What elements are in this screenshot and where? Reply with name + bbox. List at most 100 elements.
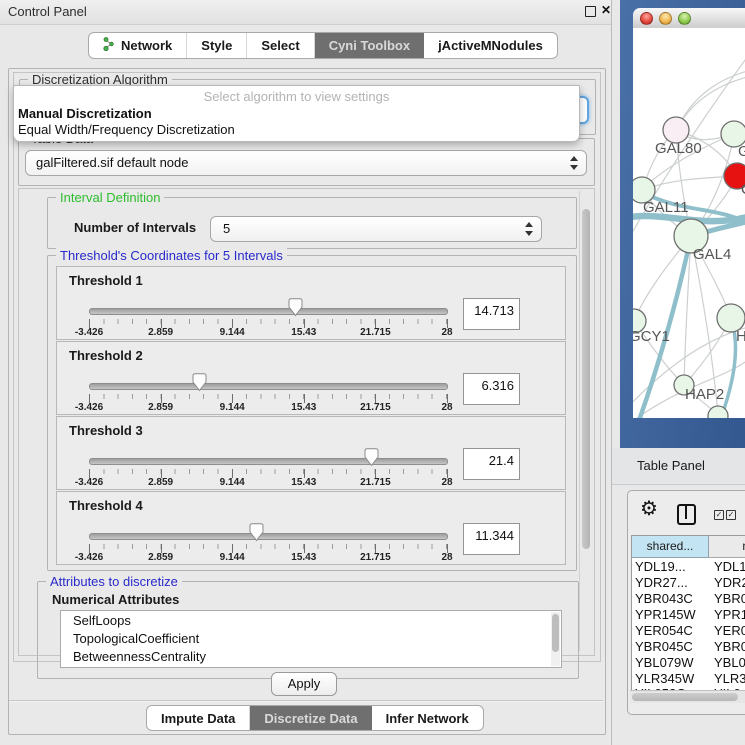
threshold-value-field[interactable]: 14.713	[463, 298, 520, 330]
slider-tick-labels: -3.4262.8599.14415.4321.71528	[89, 402, 447, 413]
tab-label: Select	[261, 38, 299, 53]
threshold-value-field[interactable]: 11.344	[463, 523, 520, 555]
tab-label: Impute Data	[161, 711, 235, 726]
tab-label: Cyni Toolbox	[329, 38, 410, 53]
table-data-combobox[interactable]: galFiltered.sif default node	[25, 150, 587, 176]
slider-thumb[interactable]	[249, 523, 264, 542]
thresholds-group-title: Threshold's Coordinates for 5 Intervals	[56, 248, 287, 263]
threshold-label: Threshold 2	[69, 348, 143, 363]
node-label-partial-g: G.	[738, 143, 745, 160]
node-label-gal80: GAL80	[655, 140, 702, 157]
table-row[interactable]: YBR043CYBR0	[632, 591, 745, 607]
close-traffic-light-icon[interactable]	[640, 12, 653, 25]
table-row[interactable]: YDL19...YDL1	[632, 559, 745, 575]
zoom-traffic-light-icon[interactable]	[678, 12, 691, 25]
tab-cyni-toolbox[interactable]: Cyni Toolbox	[315, 33, 424, 58]
threshold-label: Threshold 1	[69, 273, 143, 288]
control-panel-titlebar: Control Panel ✕	[0, 0, 611, 25]
list-item[interactable]: SelfLoops	[73, 613, 131, 628]
tab-infer-network[interactable]: Infer Network	[372, 706, 483, 730]
screen: Control Panel ✕ Network Style Select Cyn…	[0, 0, 745, 745]
minimize-traffic-light-icon[interactable]	[659, 12, 672, 25]
table-row[interactable]: YDR27...YDR2	[632, 575, 745, 591]
thresholds-groupbox: Threshold's Coordinates for 5 Intervals …	[47, 255, 577, 571]
number-of-intervals-spinner[interactable]: 5	[210, 216, 542, 242]
numerical-attributes-list[interactable]: SelfLoops TopologicalCoefficient Between…	[60, 610, 562, 668]
dropdown-option-manual-discretization[interactable]: Manual Discretization	[18, 106, 152, 121]
table-panel: ⚙ ✓ ✓ shared... na YDL19...YDL1 YDR27...…	[627, 490, 745, 715]
table-row[interactable]: YBR045CYBR0	[632, 639, 745, 655]
select-all-checkbox-icon[interactable]: ✓	[714, 510, 724, 520]
table-row[interactable]: YLR345WYLR3	[632, 671, 745, 687]
column-header-name[interactable]: na	[709, 536, 745, 558]
table-toolbar: ⚙ ✓ ✓	[628, 491, 745, 533]
table-row[interactable]: YBL079WYBL0	[632, 655, 745, 671]
interval-definition-groupbox: Interval Definition Number of Intervals …	[47, 197, 577, 249]
float-window-icon[interactable]	[585, 6, 596, 17]
number-of-intervals-label: Number of Intervals	[74, 220, 196, 235]
attributes-groupbox: Attributes to discretize Numerical Attri…	[37, 581, 579, 679]
table-panel-header: Table Panel	[612, 448, 745, 485]
list-scrollbar[interactable]	[551, 612, 560, 666]
dropdown-hint: Select algorithm to view settings	[14, 89, 579, 104]
threshold-1-panel: Threshold 1 -3.4262.8599.14415.4321.7152…	[56, 266, 566, 340]
divider	[9, 700, 603, 702]
threshold-4-panel: Threshold 4 -3.4262.8599.14415.4321.7152…	[56, 491, 566, 565]
tab-label: jActiveMNodules	[438, 38, 543, 53]
tab-network[interactable]: Network	[89, 33, 187, 58]
columns-icon[interactable]	[677, 504, 696, 525]
algorithm-dropdown-popup: Select algorithm to view settings Manual…	[13, 85, 580, 142]
slider-thumb[interactable]	[364, 448, 379, 467]
tab-label: Discretize Data	[264, 711, 357, 726]
attributes-group-title: Attributes to discretize	[46, 574, 182, 589]
slider-tick-labels: -3.4262.8599.14415.4321.71528	[89, 552, 447, 563]
node-label-partial-c: C	[741, 181, 745, 198]
table-horizontal-scrollbar[interactable]	[630, 690, 745, 703]
node-label-gcy1: GCY1	[633, 328, 670, 345]
threshold-value-field[interactable]: 6.316	[463, 373, 520, 405]
tab-impute-data[interactable]: Impute Data	[147, 706, 250, 730]
network-window: GAL80 G. C GAL11 GAL4 GCY1 H HAP2	[620, 0, 745, 448]
slider-thumb[interactable]	[192, 373, 207, 392]
threshold-label: Threshold 4	[69, 498, 143, 513]
table-panel-title: Table Panel	[637, 458, 705, 473]
combo-arrows-icon	[570, 155, 579, 171]
tab-jactivemnodules[interactable]: jActiveMNodules	[424, 33, 557, 58]
table-row[interactable]: YER054CYER0	[632, 623, 745, 639]
top-tab-bar: Network Style Select Cyni Toolbox jActiv…	[88, 32, 558, 59]
threshold-3-panel: Threshold 3 -3.4262.8599.14415.4321.7152…	[56, 416, 566, 490]
control-panel-title: Control Panel	[8, 4, 87, 19]
close-icon[interactable]: ✕	[601, 3, 611, 17]
table-row[interactable]: YPR145WYPR1	[632, 607, 745, 623]
table-data-selected-value: galFiltered.sif default node	[36, 155, 188, 170]
network-canvas[interactable]: GAL80 G. C GAL11 GAL4 GCY1 H HAP2	[633, 28, 745, 418]
tab-discretize-data[interactable]: Discretize Data	[250, 706, 371, 730]
tab-label: Style	[201, 38, 232, 53]
threshold-label: Threshold 3	[69, 423, 143, 438]
network-window-titlebar	[633, 8, 745, 29]
settings-scrollbar[interactable]	[579, 191, 592, 651]
list-item[interactable]: TopologicalCoefficient	[73, 631, 199, 646]
settings-scroll-group: Interval Definition Number of Intervals …	[18, 188, 595, 656]
threshold-2-panel: Threshold 2 -3.4262.8599.14415.4321.7152…	[56, 341, 566, 415]
dropdown-option-equal-width-frequency[interactable]: Equal Width/Frequency Discretization	[18, 122, 235, 137]
node-label-partial-h: H	[736, 328, 745, 345]
interval-group-title: Interval Definition	[56, 190, 164, 205]
node-label-hap2: HAP2	[685, 386, 724, 403]
node-table: shared... na YDL19...YDL1 YDR27...YDR2 Y…	[631, 535, 745, 691]
network-icon	[103, 37, 115, 54]
slider-tick-labels: -3.4262.8599.14415.4321.71528	[89, 477, 447, 488]
bottom-tab-bar: Impute Data Discretize Data Infer Networ…	[146, 705, 484, 731]
slider-thumb[interactable]	[288, 298, 303, 317]
number-of-intervals-value: 5	[223, 221, 230, 236]
select-none-checkbox-icon[interactable]: ✓	[726, 510, 736, 520]
tab-label: Network	[121, 38, 172, 53]
column-header-shared-name[interactable]: shared...	[632, 536, 709, 558]
apply-button[interactable]: Apply	[271, 672, 337, 696]
slider-tick-labels: -3.4262.8599.14415.4321.71528	[89, 327, 447, 338]
tab-style[interactable]: Style	[187, 33, 247, 58]
gear-icon[interactable]: ⚙	[640, 499, 658, 519]
tab-select[interactable]: Select	[247, 33, 314, 58]
list-item[interactable]: BetweennessCentrality	[73, 649, 206, 664]
threshold-value-field[interactable]: 21.4	[463, 448, 520, 480]
